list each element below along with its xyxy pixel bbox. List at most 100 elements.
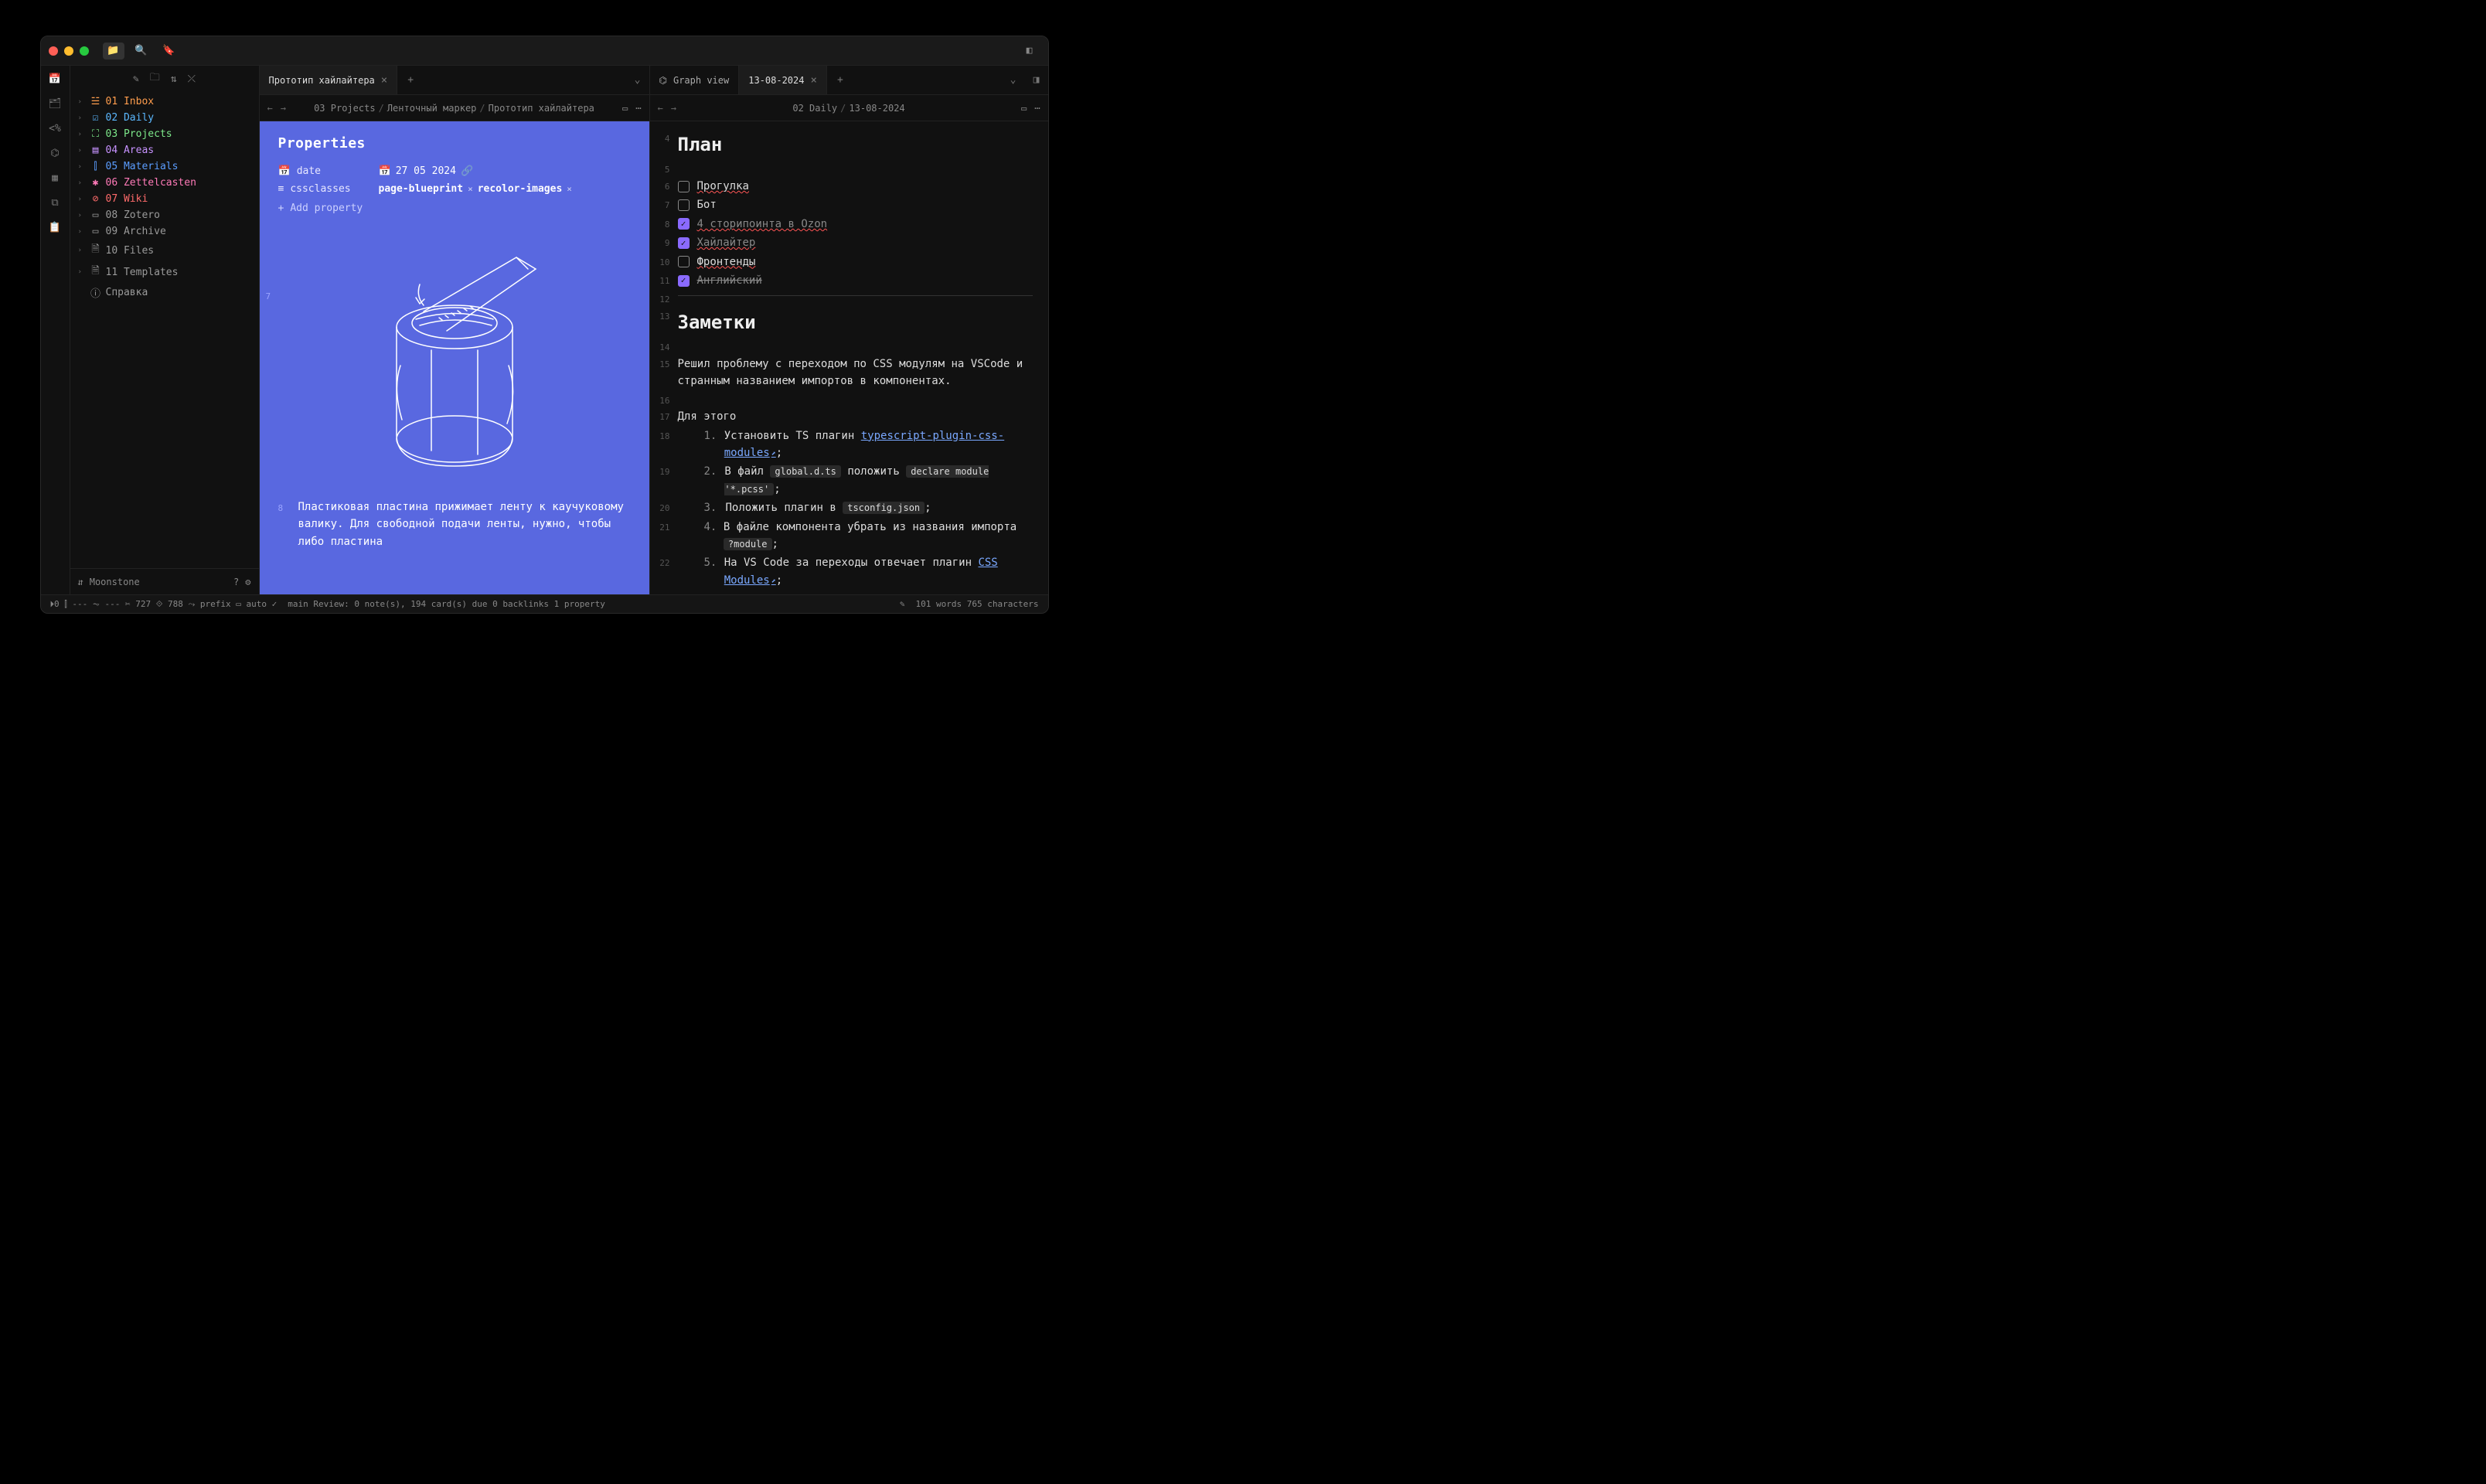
tab-prototype[interactable]: Прототип хайлайтера × (260, 66, 398, 94)
task-item[interactable]: Бот (678, 196, 1033, 214)
folder-materials[interactable]: ›⫿05 Materials (75, 158, 254, 175)
folder-templates[interactable]: ›🗎11 Templates (75, 261, 254, 283)
calendar-icon[interactable]: 📅 (48, 72, 62, 86)
remove-chip-icon[interactable]: × (567, 184, 572, 194)
line-number: 4 (655, 129, 678, 160)
close-icon[interactable]: × (381, 74, 387, 87)
list-item[interactable]: 4.В файле компонента убрать из названия … (678, 518, 1033, 554)
editor-panes: Прототип хайлайтера × + ⌄ ← → 03 Project… (260, 66, 1048, 594)
line-number: 16 (655, 391, 678, 408)
right-crumbbar: ← → 02 Daily/13-08-2024 ▭ ⋯ (650, 95, 1048, 121)
task-item[interactable]: Прогулка (678, 177, 1033, 196)
tab-dropdown-icon[interactable]: ⌄ (626, 66, 649, 94)
line-number: 19 (655, 462, 678, 499)
copy-icon[interactable]: ⧉ (48, 196, 62, 209)
folder-files[interactable]: ›🗎10 Files (75, 240, 254, 261)
chevron-right-icon: › (78, 268, 86, 276)
tab-graph-view[interactable]: ⌬ Graph view (650, 66, 740, 94)
task-item[interactable]: ✓Английский (678, 271, 1033, 290)
checkbox[interactable] (678, 181, 690, 192)
new-note-icon[interactable]: ✎ (133, 73, 139, 85)
sidebar-toggle-icon[interactable]: ◧ (1019, 43, 1040, 60)
close-icon[interactable]: × (810, 74, 816, 87)
property-cssclasses[interactable]: ≡cssclasses page-blueprint× recolor-imag… (278, 180, 631, 198)
nav-forward-icon[interactable]: → (671, 103, 676, 114)
nav-back-icon[interactable]: ← (267, 103, 273, 114)
folder-projects[interactable]: ›⛶03 Projects (75, 126, 254, 142)
task-item[interactable]: Фронтенды (678, 253, 1033, 271)
list-icon: ≡ (278, 183, 284, 195)
code-icon[interactable]: <% (48, 121, 62, 135)
breadcrumb[interactable]: 02 Daily/13-08-2024 (684, 103, 1013, 114)
vault-name[interactable]: Moonstone (90, 577, 140, 587)
list-item[interactable]: 3.Положить плагин в tsconfig.json; (678, 499, 1033, 517)
search-icon[interactable]: 🔍 (131, 43, 152, 60)
checkbox[interactable] (678, 199, 690, 211)
line-number: 10 (655, 253, 678, 271)
note-body-blueprint[interactable]: Properties 📅date 📅27 05 2024🔗 ≡cssclasse… (260, 121, 649, 594)
clipboard-icon[interactable]: 📋 (48, 220, 62, 234)
checkbox[interactable]: ✓ (678, 275, 690, 287)
tab-daily-note[interactable]: 13-08-2024 × (739, 66, 827, 94)
reading-mode-icon[interactable]: ▭ (622, 103, 628, 114)
breadcrumb[interactable]: 03 Projects/Ленточный маркер/Прототип ха… (294, 103, 615, 114)
more-icon[interactable]: ⋯ (635, 103, 641, 114)
nav-back-icon[interactable]: ← (658, 103, 663, 114)
sort-icon[interactable]: ⇅ (171, 73, 177, 85)
folder-icon[interactable]: 📁 (103, 43, 124, 60)
properties-heading: Properties (278, 135, 631, 151)
cards-icon[interactable]: 🗂 (48, 97, 62, 111)
more-icon[interactable]: ⋯ (1034, 103, 1040, 114)
vault-footer: ⇵ Moonstone ? ⚙ (70, 568, 259, 594)
new-tab-button[interactable]: + (397, 66, 424, 94)
list-item[interactable]: 1.Установить TS плагин typescript-plugin… (678, 427, 1033, 463)
folder-zotero[interactable]: ›▭08 Zotero (75, 207, 254, 223)
graph-icon[interactable]: ⌬ (48, 146, 62, 160)
reading-mode-icon[interactable]: ▭ (1021, 103, 1027, 114)
list-item[interactable]: 2.В файл global.d.ts положить declare mo… (678, 462, 1033, 499)
folder-icon: 🗎 (90, 264, 101, 281)
grid-icon[interactable]: ▦ (48, 171, 62, 185)
tab-dropdown-icon[interactable]: ⌄ (1002, 66, 1025, 94)
task-label: Фронтенды (697, 254, 756, 271)
note-paragraph[interactable]: 8 Пластиковая пластина прижимает ленту к… (278, 499, 631, 550)
remove-chip-icon[interactable]: × (468, 184, 473, 194)
settings-icon[interactable]: ⚙ (245, 577, 250, 587)
minimize-window-button[interactable] (64, 46, 73, 56)
folder-inbox[interactable]: ›☱01 Inbox (75, 94, 254, 110)
vault-switcher-icon[interactable]: ⇵ (78, 577, 83, 587)
external-link[interactable]: typescript-plugin-css-modules⬈ (724, 430, 1004, 459)
help-item[interactable]: ⓘСправка (75, 283, 254, 302)
close-window-button[interactable] (49, 46, 58, 56)
task-item[interactable]: ✓Хайлайтер (678, 233, 1033, 252)
list-item[interactable]: 5.На VS Code за переходы отвечает плагин… (678, 553, 1033, 590)
checkbox[interactable] (678, 256, 690, 267)
new-folder-icon[interactable]: 🗀 (150, 70, 160, 87)
folder-daily[interactable]: ›☑02 Daily (75, 110, 254, 126)
collapse-icon[interactable]: ⤫ (188, 73, 196, 85)
folder-archive[interactable]: ›▭09 Archive (75, 223, 254, 240)
folder-areas[interactable]: ›▤04 Areas (75, 142, 254, 158)
folder-icon: ▭ (90, 226, 101, 237)
sidebar-right-toggle-icon[interactable]: ◨ (1025, 66, 1048, 94)
new-tab-button[interactable]: + (827, 66, 853, 94)
note-body-daily[interactable]: 4План 5 6Прогулка7Бот8✓4 сторипоинта в O… (650, 121, 1048, 594)
bookmark-icon[interactable]: 🔖 (158, 43, 180, 60)
folder-wiki[interactable]: ›⊘07 Wiki (75, 191, 254, 207)
horizontal-rule (678, 295, 1033, 296)
external-link[interactable]: CSS Modules⬈ (724, 556, 998, 586)
property-date[interactable]: 📅date 📅27 05 2024🔗 (278, 162, 631, 180)
add-property-button[interactable]: +Add property (278, 198, 631, 219)
line-number: 20 (655, 499, 678, 517)
explorer-toolbar: ✎ 🗀 ⇅ ⤫ (70, 66, 259, 92)
checkbox[interactable]: ✓ (678, 237, 690, 249)
help-icon[interactable]: ? (233, 577, 239, 587)
pencil-icon[interactable]: ✎ (900, 599, 905, 609)
folder-zettelcasten[interactable]: ›✱06 Zettelcasten (75, 175, 254, 191)
checkbox[interactable]: ✓ (678, 218, 690, 230)
folder-label: 07 Wiki (106, 193, 148, 205)
task-item[interactable]: ✓4 сторипоинта в Ozon (678, 215, 1033, 233)
statusbar: ⏵0 ⫿ --- ⏦ --- ✂ 727 ⟐ 788 ⤳ prefix ▭ au… (41, 594, 1048, 613)
zoom-window-button[interactable] (80, 46, 89, 56)
nav-forward-icon[interactable]: → (281, 103, 286, 114)
